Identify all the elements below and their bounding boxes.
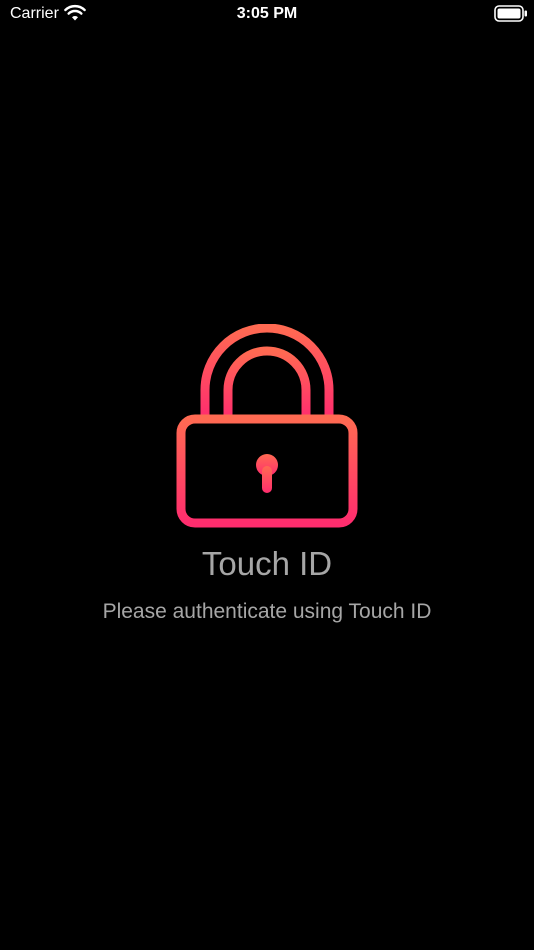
status-time: 3:05 PM — [236, 5, 298, 22]
status-bar: Carrier 3:05 PM — [0, 0, 534, 30]
page-title: Touch ID — [201, 545, 333, 582]
auth-prompt-text: Please authenticate using Touch ID — [102, 600, 432, 623]
lock-icon — [176, 324, 358, 528]
battery-icon — [494, 5, 527, 22]
